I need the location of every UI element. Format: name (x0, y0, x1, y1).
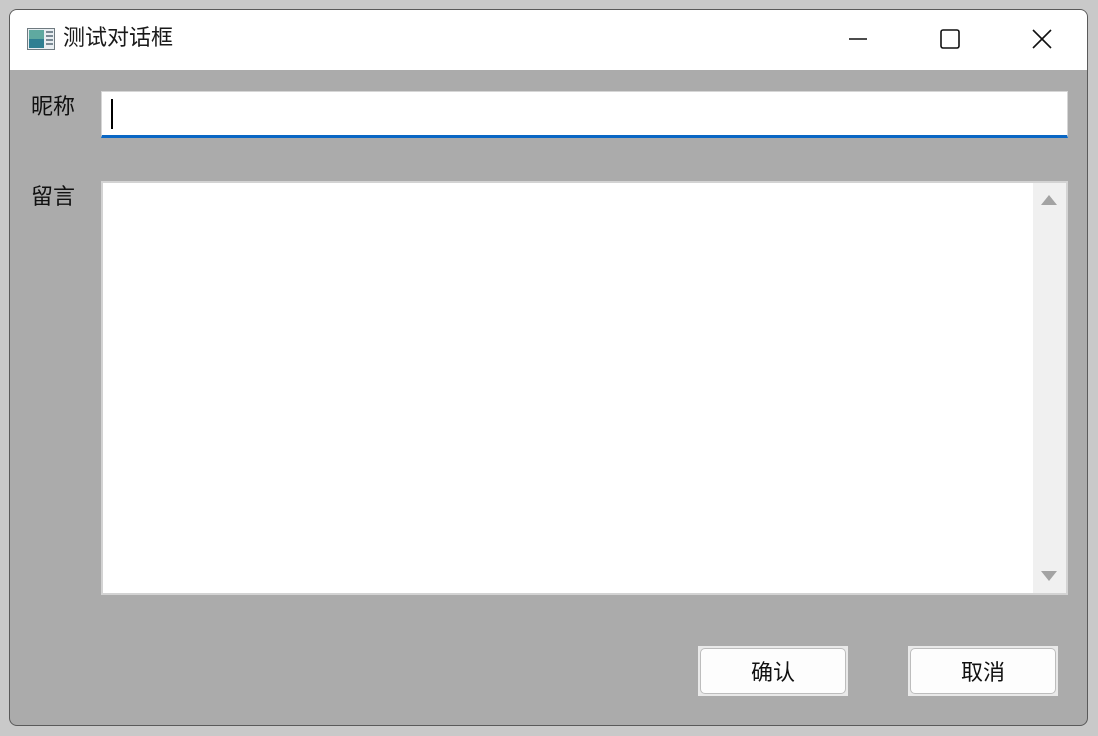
title-bar[interactable]: 测试对话框 (10, 10, 1087, 70)
app-window-icon (27, 28, 55, 50)
cancel-button-frame: 取消 (908, 646, 1058, 696)
nickname-label: 昵称 (31, 95, 76, 120)
close-button[interactable] (996, 10, 1087, 68)
nickname-input[interactable] (101, 91, 1068, 138)
minimize-button[interactable] (812, 10, 904, 68)
maximize-button[interactable] (904, 10, 996, 68)
confirm-button-frame: 确认 (698, 646, 848, 696)
message-area (101, 181, 1068, 595)
confirm-button[interactable]: 确认 (700, 648, 846, 694)
message-label: 留言 (31, 185, 76, 210)
cancel-button[interactable]: 取消 (910, 648, 1056, 694)
close-icon (1032, 29, 1052, 49)
maximize-icon (940, 29, 960, 49)
message-textarea[interactable] (103, 183, 1031, 593)
text-caret (111, 99, 113, 129)
vertical-scrollbar[interactable] (1033, 183, 1066, 593)
scroll-up-icon[interactable] (1041, 195, 1057, 205)
minimize-icon (849, 38, 867, 40)
scroll-down-icon[interactable] (1041, 571, 1057, 581)
window-title: 测试对话框 (63, 26, 174, 51)
dialog-window: 测试对话框 昵称 留言 确认 取消 (9, 9, 1088, 726)
